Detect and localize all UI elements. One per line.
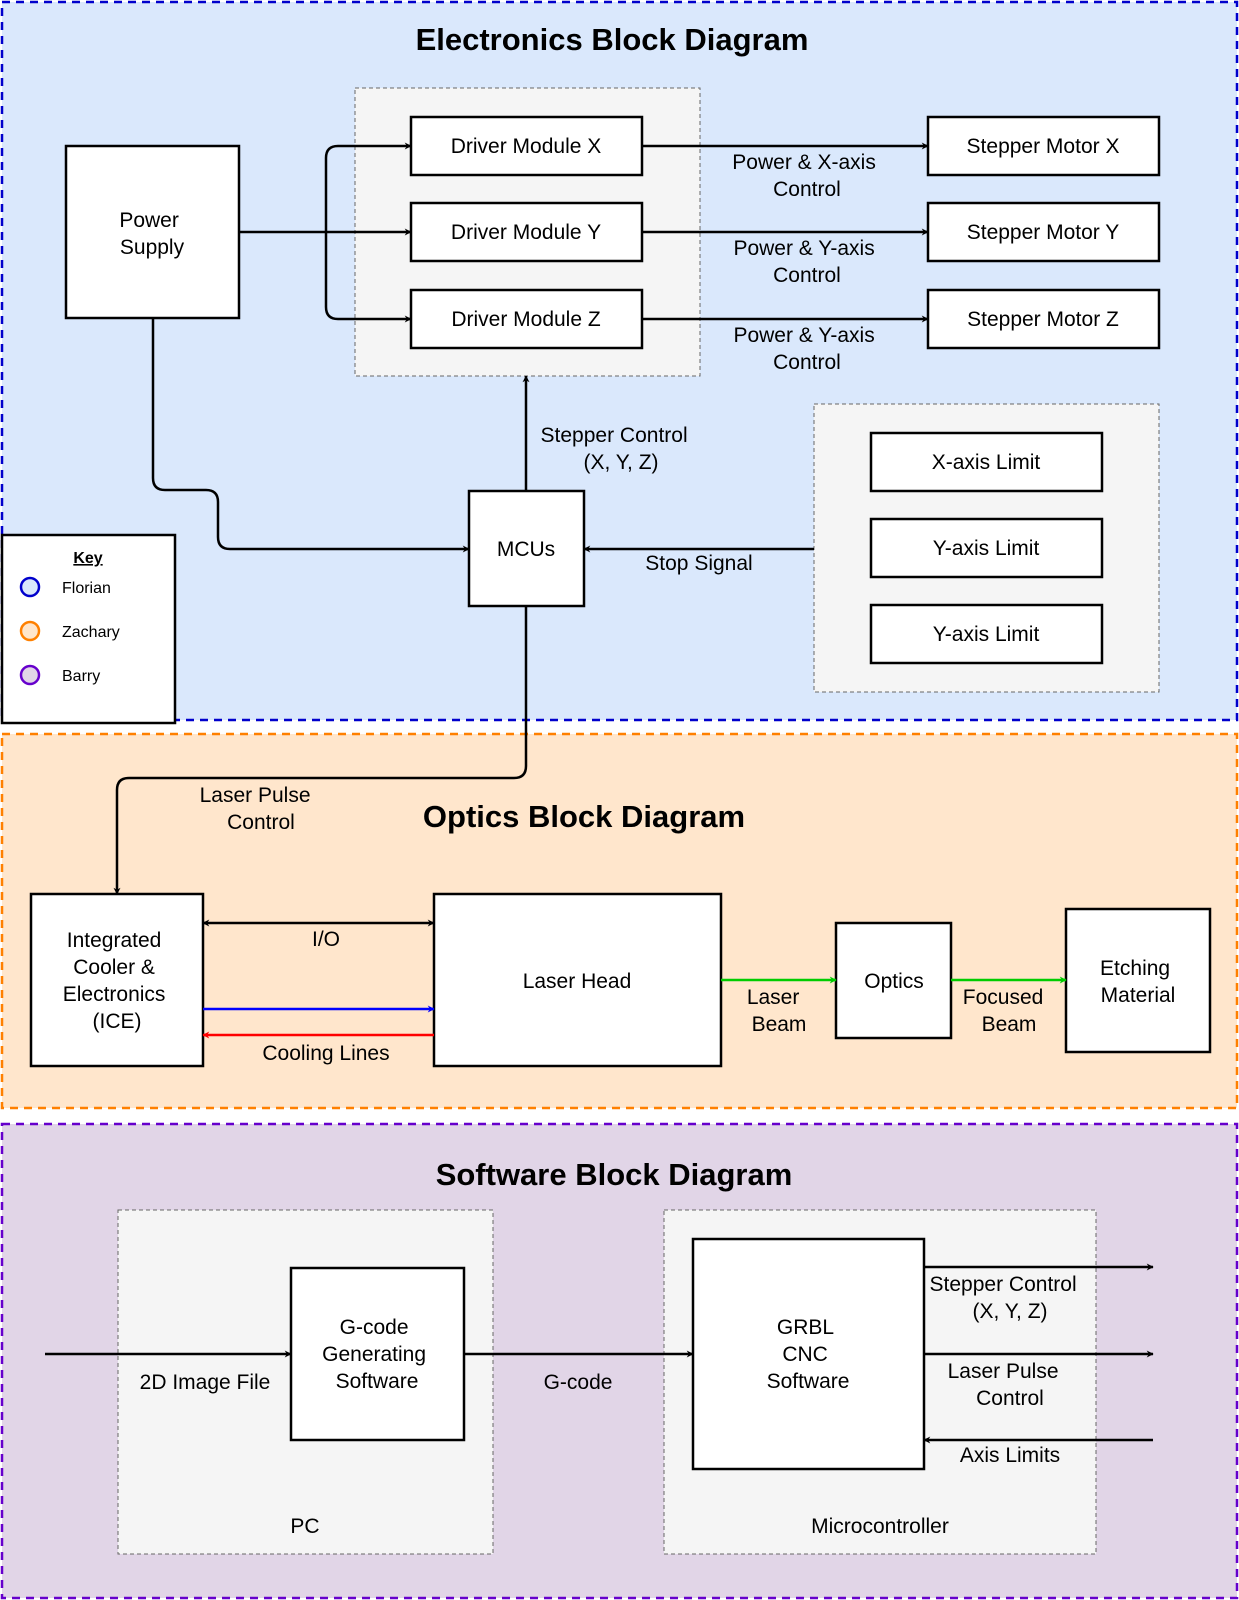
zachary-color-icon bbox=[19, 620, 41, 642]
motor-z-label: Stepper Motor Z bbox=[967, 308, 1119, 331]
label-stop-signal: Stop Signal bbox=[645, 552, 752, 575]
driver-x-label: Driver Module X bbox=[451, 135, 602, 158]
key-item-florian: Florian bbox=[19, 576, 111, 598]
block-diagram: Electronics Block Diagram Power Supply D… bbox=[0, 0, 1239, 1600]
label-cooling: Cooling Lines bbox=[262, 1042, 389, 1065]
key-label-zachary: Zachary bbox=[62, 624, 120, 641]
laser-head-label: Laser Head bbox=[523, 970, 632, 993]
key-item-zachary: Zachary bbox=[19, 620, 120, 642]
florian-color-icon bbox=[19, 576, 41, 598]
microcontroller-label: Microcontroller bbox=[811, 1515, 949, 1538]
label-io: I/O bbox=[312, 928, 340, 951]
motor-y-label: Stepper Motor Y bbox=[967, 221, 1120, 244]
label-image-file: 2D Image File bbox=[140, 1371, 271, 1394]
ice-block bbox=[29, 892, 205, 1068]
label-gcode: G-code bbox=[544, 1371, 613, 1394]
key-label-barry: Barry bbox=[62, 668, 100, 685]
power-supply-block bbox=[64, 144, 241, 320]
limit-x-label: X-axis Limit bbox=[932, 451, 1041, 474]
optics-title: Optics Block Diagram bbox=[423, 799, 745, 834]
motor-x-label: Stepper Motor X bbox=[967, 135, 1120, 158]
limit-z-label: Y-axis Limit bbox=[933, 623, 1040, 646]
label-sw-axis-limits: Axis Limits bbox=[960, 1444, 1060, 1467]
optics-label: Optics bbox=[864, 970, 924, 993]
barry-color-icon bbox=[19, 664, 41, 686]
electronics-title: Electronics Block Diagram bbox=[416, 22, 809, 57]
key-title: Key bbox=[73, 550, 102, 567]
limit-y-label: Y-axis Limit bbox=[933, 537, 1040, 560]
mcus-label: MCUs bbox=[497, 538, 555, 561]
driver-z-label: Driver Module Z bbox=[451, 308, 601, 331]
driver-y-label: Driver Module Y bbox=[451, 221, 601, 244]
etching-block bbox=[1064, 907, 1212, 1054]
pc-label: PC bbox=[290, 1515, 319, 1538]
key-label-florian: Florian bbox=[62, 580, 111, 597]
software-title: Software Block Diagram bbox=[436, 1157, 793, 1192]
